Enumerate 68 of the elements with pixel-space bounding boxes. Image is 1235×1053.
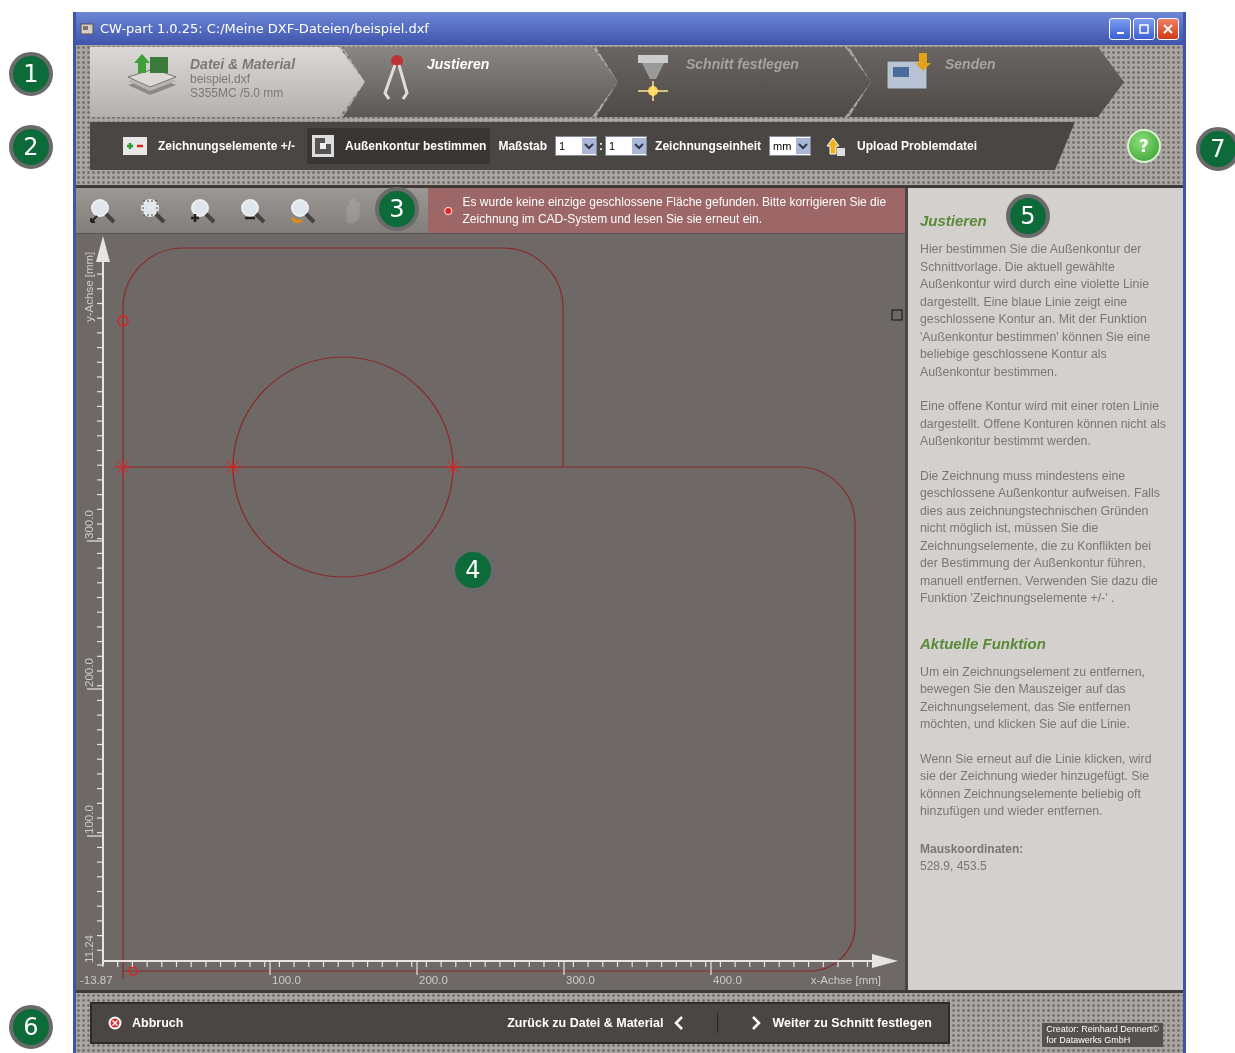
toolbar-button[interactable]: Außenkontur bestimmen	[307, 128, 491, 164]
plus-minus-icon	[122, 135, 148, 157]
back-button[interactable]: Zurück zu Datei & Material	[501, 1011, 692, 1035]
help-heading: Aktuelle Funktion	[920, 634, 1046, 652]
minimize-button[interactable]	[1109, 17, 1131, 40]
credit-text: for Datawerks GmbH	[1046, 1035, 1132, 1046]
star-marker-icon	[113, 457, 133, 477]
endpoint-marker-icon	[128, 966, 138, 976]
error-message: Es wurde keine einzige geschlossene Fläche gefunden. Bitte korrigieren Sie die Zeichnung im CAD-System und lesen Sie sie erneut ein.	[462, 193, 888, 228]
step-detail: beispiel.dxf	[190, 72, 252, 86]
dropdown[interactable]: 1	[555, 136, 598, 156]
close-button[interactable]	[1157, 17, 1179, 40]
axis-title: y-Achse [mm]	[83, 251, 95, 322]
axis-label: 200.0	[419, 974, 448, 986]
chevron-left-icon	[673, 1015, 686, 1031]
square-marker-icon	[891, 309, 903, 321]
coordinates-label: Mauskoordinaten:	[920, 841, 1025, 856]
axis-label: 400.0	[713, 974, 742, 986]
axis-label: 100.0	[272, 974, 301, 986]
credit-text: Creator: Reinhard Dennert©	[1046, 1024, 1159, 1035]
callout-badge: 1	[9, 52, 53, 96]
caret-icon	[796, 138, 811, 154]
chevron-right-icon	[750, 1015, 763, 1031]
help-paragraph: Wenn Sie erneut auf die Linie klicken, wird sie der Zeichnung wieder hinzugefügt. Sie können Zeichnungselemente beliebig oft hinzufügen und wieder entfernen.	[920, 750, 1153, 820]
step-title: Senden	[945, 56, 996, 72]
step-title: Schnitt festlegen	[686, 56, 799, 72]
axis-label: 11.24	[83, 935, 95, 963]
endpoint-marker-icon	[117, 315, 129, 327]
axis-title: x-Achse [mm]	[810, 974, 881, 986]
dropdown[interactable]: mm	[769, 136, 812, 156]
callout-badge: 2	[9, 125, 53, 169]
cancel-button[interactable]: Abbruch	[102, 1012, 190, 1034]
star-marker-icon	[443, 457, 463, 477]
contour-icon	[311, 134, 336, 158]
step-title: Justieren	[427, 56, 490, 72]
caret-icon	[632, 138, 647, 154]
next-button[interactable]: Weiter zu Schnitt festlegen	[744, 1011, 938, 1035]
app-icon	[80, 21, 94, 36]
help-heading: Justieren	[920, 212, 987, 229]
minimize-icon	[1116, 31, 1124, 34]
callout-badge: 7	[1196, 127, 1235, 171]
wizard-step[interactable]: Justieren	[343, 47, 618, 117]
toolbar-label: Zeichnungseinheit	[655, 139, 762, 153]
axis-label: 300.0	[566, 974, 595, 986]
toolbar-label: Maßstab	[498, 139, 548, 153]
close-icon	[1163, 23, 1173, 34]
help-paragraph: Hier bestimmen Sie die Außenkontur der Schnittvorlage. Die aktuell gewählte Außenkontur wird durch eine violette Linie dargestellt. Eine blaue Linie zeigt eine geschlossene Kontur an. Mit der Funktion 'Außenkontur bestimmen' können Sie eine beliebige geschlossene Kontur als Außenkontur bestimmen.	[920, 241, 1152, 381]
axis-label: 100.0	[83, 805, 95, 834]
star-marker-icon	[223, 457, 243, 477]
axis-label: 300.0	[83, 510, 95, 539]
window-title: CW-part 1.0.25: C:/Meine DXF-Dateien/beispiel.dxf	[100, 21, 429, 36]
toolbar-button[interactable]: Upload Problemdatei	[819, 128, 982, 164]
callout-badge: 6	[9, 1005, 53, 1049]
help-paragraph: Die Zeichnung muss mindestens eine geschlossene Außenkontur aufweisen. Falls dies aus zeichnungstechnischen Gründen nicht möglich ist, müssen Sie die Zeichnungselemente, die zu Konflikten bei der Bestimmung der Außenkontur führen, manuell entfernen. Verwenden Sie dazu die Funktion 'Zeichnungselemente +/-' .	[920, 467, 1161, 607]
maximize-icon	[1139, 23, 1149, 34]
step-title: Datei & Material	[190, 56, 296, 72]
step-detail: S355MC /5.0 mm	[190, 86, 285, 100]
ratio-separator: :	[599, 139, 604, 153]
caret-icon	[582, 138, 597, 154]
toolbar-button[interactable]: Zeichnungselemente +/-	[118, 129, 300, 163]
cancel-icon	[108, 1016, 122, 1030]
axis-label: 200.0	[83, 658, 95, 687]
help-paragraph: Eine offene Kontur wird mit einer roten Linie dargestellt. Offene Konturen können nicht als Außenkontur bestimmt werden.	[920, 398, 1167, 450]
axis-label: -13.87	[80, 974, 113, 986]
dropdown[interactable]: 1	[605, 136, 648, 156]
help-paragraph: Um ein Zeichnungselement zu entfernen, bewegen Sie den Mauszeiger auf das Zeichnungselement, das Sie entfernen möchten, und klicken Sie auf die Linie.	[920, 663, 1146, 733]
coordinates-value: 528.9, 453.5	[920, 858, 988, 873]
maximize-button[interactable]	[1133, 17, 1155, 40]
